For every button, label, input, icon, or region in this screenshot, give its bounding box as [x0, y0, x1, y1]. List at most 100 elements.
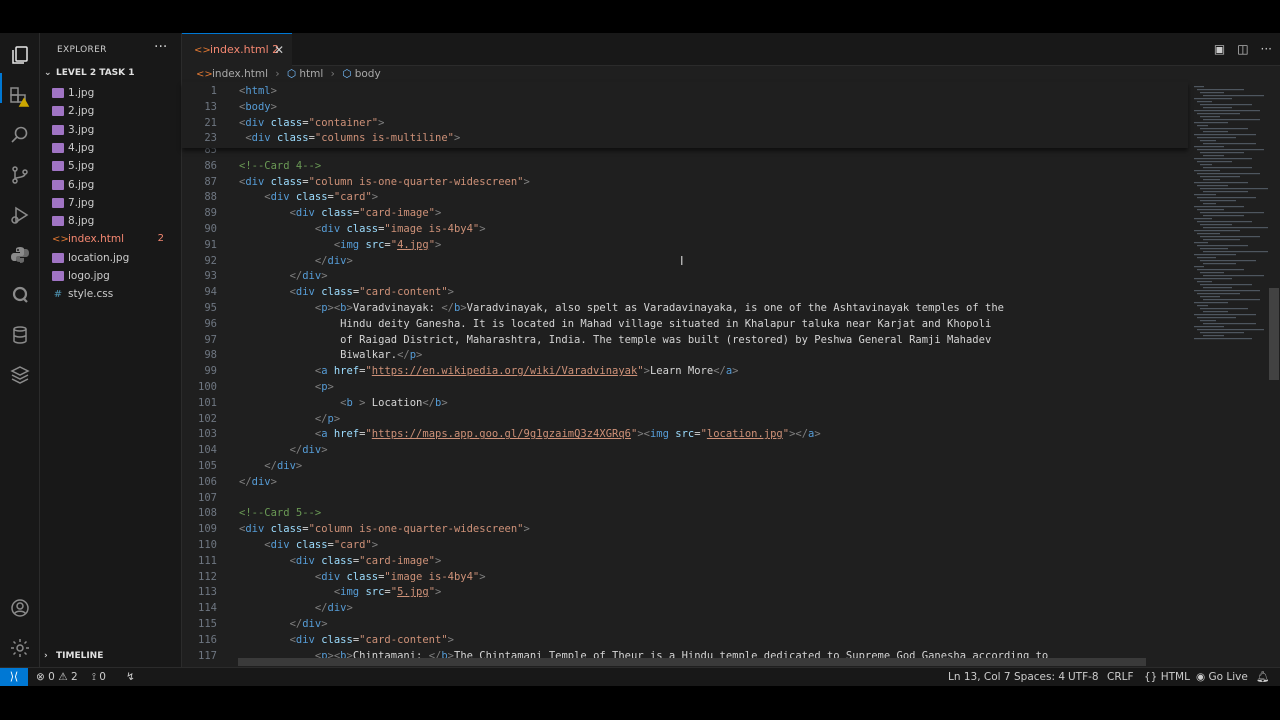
split-editor-icon[interactable]: ◫: [1237, 42, 1248, 56]
settings-gear-icon[interactable]: [8, 636, 32, 660]
file-item[interactable]: logo.jpg: [52, 267, 178, 285]
code-text: </div>: [314, 602, 353, 615]
code-text: <div class="image is-4by4">: [314, 570, 486, 583]
file-item[interactable]: 8.jpg: [52, 212, 178, 230]
minimap-line: [1203, 95, 1264, 97]
minimap-line: [1203, 227, 1272, 229]
minimap-line: [1200, 116, 1220, 118]
line-number: 93: [204, 270, 217, 283]
minimap-line: [1194, 206, 1244, 208]
run-debug-icon[interactable]: [8, 203, 32, 227]
file-item[interactable]: 5.jpg: [52, 157, 178, 175]
minimap-line: [1197, 89, 1244, 91]
open-preview-icon[interactable]: ▣: [1214, 42, 1225, 56]
breadcrumb-body[interactable]: body: [355, 68, 381, 80]
file-label: location.jpg: [68, 251, 130, 264]
breadcrumb-html[interactable]: html: [299, 68, 323, 80]
warning-icon: ⚠: [58, 671, 68, 683]
layers-icon[interactable]: [8, 363, 32, 387]
minimap-line: [1200, 176, 1240, 178]
line-number: 96: [204, 317, 217, 330]
line-number: 105: [198, 460, 217, 472]
file-item[interactable]: 4.jpg: [52, 139, 178, 157]
remote-explorer-icon[interactable]: [8, 283, 32, 307]
breadcrumb-separator-icon: ›: [330, 68, 335, 80]
vertical-scrollbar-thumb[interactable]: [1269, 288, 1279, 380]
code-text: </div>: [289, 270, 328, 283]
extensions-warning-icon[interactable]: [8, 85, 32, 109]
notifications-bell-icon[interactable]: 🔔︎: [1256, 668, 1269, 686]
minimap-line: [1203, 311, 1228, 313]
cursor-position[interactable]: Ln 13, Col 7: [948, 668, 1011, 686]
language-label: HTML: [1160, 671, 1190, 683]
encoding[interactable]: UTF-8: [1068, 668, 1099, 686]
minimap-line: [1197, 125, 1208, 127]
minimap-line: [1197, 149, 1264, 151]
file-item[interactable]: <>index.html 2: [52, 230, 178, 248]
file-label: 4.jpg: [68, 141, 95, 154]
image-file-icon: [52, 88, 64, 98]
minimap-line: [1200, 164, 1212, 166]
html-file-icon: <>: [194, 45, 211, 56]
minimap-line: [1200, 320, 1216, 322]
minimap[interactable]: [1190, 82, 1272, 667]
line-number: 115: [198, 618, 217, 630]
line-number: 89: [204, 207, 217, 220]
go-live-button[interactable]: ◉ Go Live: [1196, 668, 1248, 686]
code-text: <div class="card-image">: [289, 207, 442, 220]
file-item[interactable]: 7.jpg: [52, 194, 178, 212]
minimap-line: [1203, 263, 1236, 265]
code-text: </p>: [314, 412, 341, 425]
element-icon: ⬡: [342, 68, 352, 80]
minimap-line: [1194, 242, 1208, 244]
language-mode[interactable]: {} HTML: [1144, 668, 1190, 686]
timeline-section[interactable]: › TIMELINE: [44, 651, 103, 661]
broadcast-icon: ◉: [1196, 671, 1206, 683]
more-actions-icon[interactable]: ···: [1261, 42, 1272, 56]
minimap-line: [1203, 107, 1232, 109]
indentation[interactable]: Spaces: 4: [1014, 668, 1065, 686]
sticky-scroll-header[interactable]: 1 <html> 13 <body> 21 <div class="container">…: [182, 82, 1188, 148]
file-item[interactable]: # style.css: [52, 285, 178, 303]
search-icon[interactable]: [8, 123, 32, 147]
code-text: </div>: [264, 460, 303, 472]
tab-index-html[interactable]: <>index.html 2 ✕: [182, 33, 292, 66]
close-tab-icon[interactable]: ✕: [274, 34, 284, 66]
file-item[interactable]: 2.jpg: [52, 102, 178, 120]
code-text: </div>: [314, 254, 353, 267]
minimap-line: [1197, 305, 1208, 307]
live-share-icon[interactable]: ↯: [126, 668, 135, 686]
minimap-line: [1200, 308, 1248, 310]
problems-indicator[interactable]: ⊗ 0 ⚠ 2: [36, 668, 78, 686]
file-item[interactable]: 1.jpg: [52, 84, 178, 102]
database-icon[interactable]: [8, 323, 32, 347]
explorer-more-button[interactable]: ···: [154, 39, 167, 55]
file-item[interactable]: location.jpg: [52, 249, 178, 267]
folder-level-2-task-1[interactable]: ⌄ LEVEL 2 TASK 1: [44, 68, 135, 78]
ports-indicator[interactable]: ⟟ 0: [92, 668, 106, 686]
line-number: 92: [204, 254, 217, 267]
minimap-line: [1203, 335, 1224, 337]
code-text: </div>: [289, 444, 328, 457]
minimap-line: [1197, 221, 1252, 223]
file-item[interactable]: 3.jpg: [52, 121, 178, 139]
code-text: <div class="column is-one-quarter-widesc…: [239, 523, 530, 536]
accounts-icon[interactable]: [8, 596, 32, 620]
file-label: 2.jpg: [68, 105, 95, 118]
code-text: <div class="card-image">: [289, 554, 442, 567]
horizontal-scrollbar[interactable]: [238, 658, 1146, 666]
python-icon[interactable]: [8, 243, 32, 267]
line-number: 94: [204, 286, 217, 299]
code-text: <div class="card-content">: [289, 286, 454, 299]
minimap-line: [1194, 290, 1260, 292]
minimap-line: [1200, 260, 1256, 262]
breadcrumb-file[interactable]: index.html: [212, 68, 268, 80]
file-item[interactable]: 6.jpg: [52, 176, 178, 194]
minimap-line: [1194, 146, 1224, 148]
explorer-icon[interactable]: [8, 43, 32, 67]
remote-indicator[interactable]: ⟩⟨: [0, 668, 28, 687]
minimap-line: [1197, 137, 1236, 139]
source-control-icon[interactable]: [8, 163, 32, 187]
code-text: <a href="https://maps.app.goo.gl/9g1gzai…: [314, 428, 821, 441]
end-of-line[interactable]: CRLF: [1107, 668, 1134, 686]
